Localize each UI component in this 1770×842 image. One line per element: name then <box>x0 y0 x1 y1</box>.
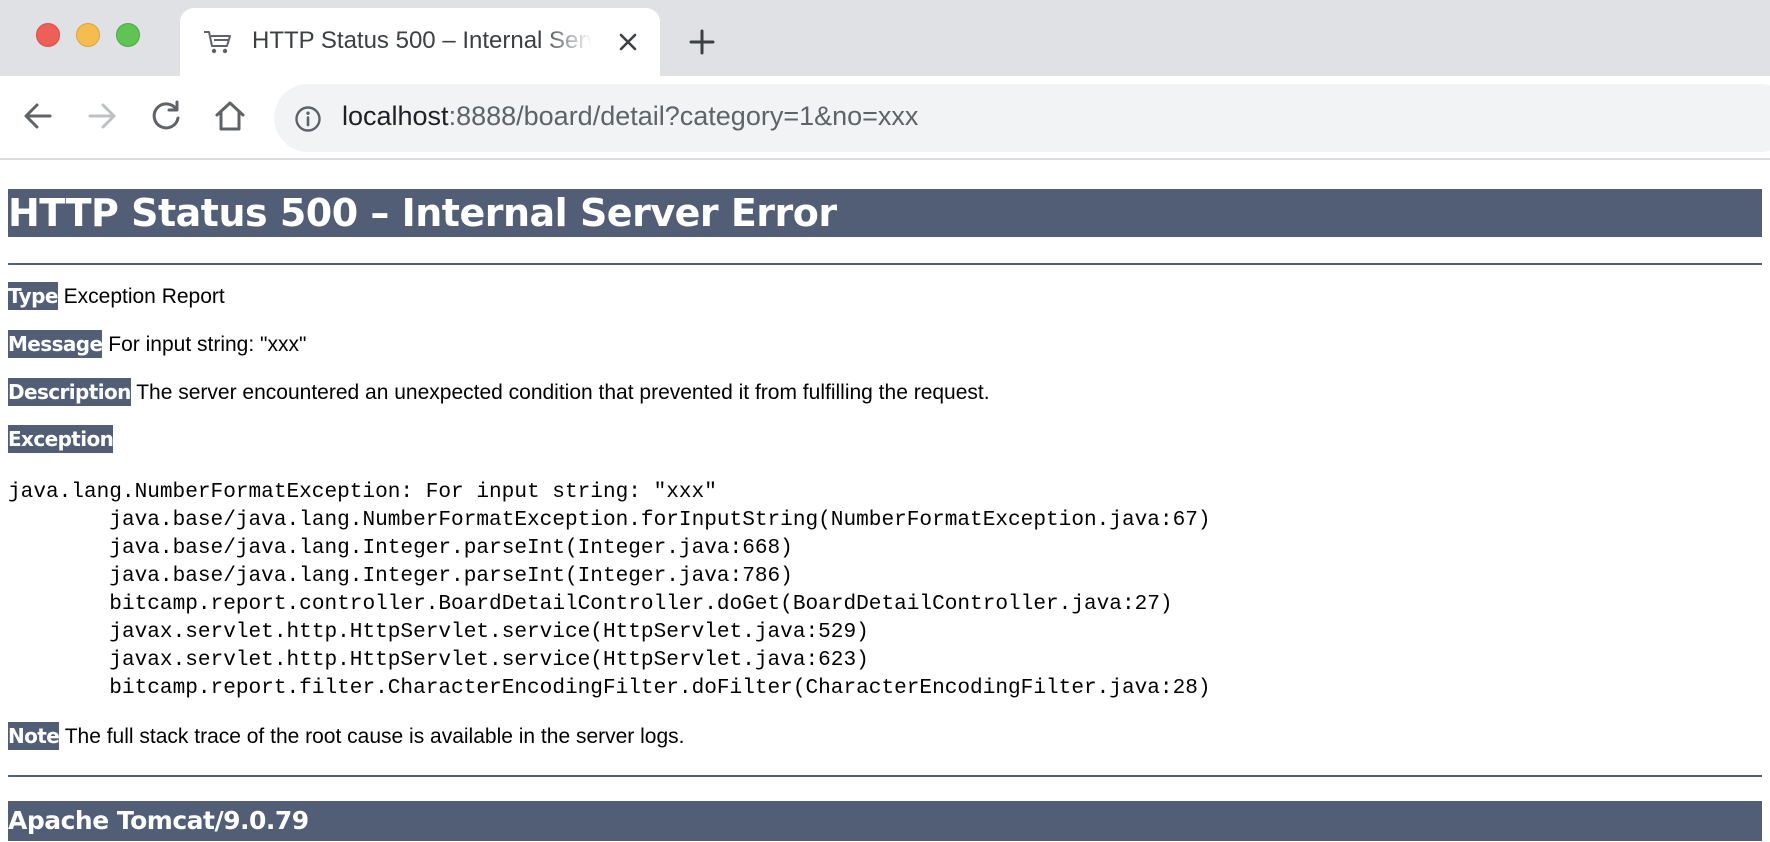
active-tab[interactable]: HTTP Status 500 – Internal Server Error <box>180 8 660 76</box>
description-label: Description <box>8 378 131 406</box>
page-title: HTTP Status 500 – Internal Server Error <box>8 189 1762 237</box>
url-path: :8888/board/detail?category=1&no=xxx <box>448 101 919 131</box>
reload-icon[interactable] <box>148 98 184 134</box>
type-label: Type <box>8 282 58 310</box>
note-row: Note The full stack trace of the root ca… <box>8 722 685 750</box>
message-value: For input string: "xxx" <box>108 333 307 356</box>
minimize-window-icon[interactable] <box>76 23 100 47</box>
message-row: Message For input string: "xxx" <box>8 330 307 358</box>
stack-trace: java.lang.NumberFormatException: For inp… <box>8 480 1211 700</box>
divider <box>8 263 1762 265</box>
tab-title: HTTP Status 500 – Internal Server Error <box>252 27 592 54</box>
tab-strip: HTTP Status 500 – Internal Server Error <box>0 0 1770 76</box>
browser-toolbar: localhost:8888/board/detail?category=1&n… <box>0 76 1770 160</box>
description-row: Description The server encountered an un… <box>8 378 990 406</box>
server-version-footer: Apache Tomcat/9.0.79 <box>8 801 1762 841</box>
site-info-icon[interactable] <box>294 105 322 133</box>
back-icon[interactable] <box>20 98 56 134</box>
note-value: The full stack trace of the root cause i… <box>64 725 685 748</box>
type-row: Type Exception Report <box>8 282 225 310</box>
maximize-window-icon[interactable] <box>116 23 140 47</box>
new-tab-icon[interactable] <box>688 28 716 56</box>
close-window-icon[interactable] <box>36 23 60 47</box>
note-label: Note <box>8 722 60 750</box>
exception-label: Exception <box>8 425 114 453</box>
cart-favicon-icon <box>204 31 231 54</box>
message-label: Message <box>8 330 103 358</box>
forward-icon[interactable] <box>84 98 120 134</box>
type-value: Exception Report <box>63 285 225 308</box>
url-text[interactable]: localhost:8888/board/detail?category=1&n… <box>342 101 918 132</box>
exception-row: Exception <box>8 425 114 453</box>
address-bar[interactable]: localhost:8888/board/detail?category=1&n… <box>274 84 1770 152</box>
home-icon[interactable] <box>212 98 248 134</box>
url-host: localhost <box>342 101 449 131</box>
description-value: The server encountered an unexpected con… <box>136 381 990 404</box>
divider <box>8 775 1762 777</box>
close-tab-icon[interactable] <box>616 30 640 54</box>
error-page: HTTP Status 500 – Internal Server Error … <box>8 160 1762 841</box>
